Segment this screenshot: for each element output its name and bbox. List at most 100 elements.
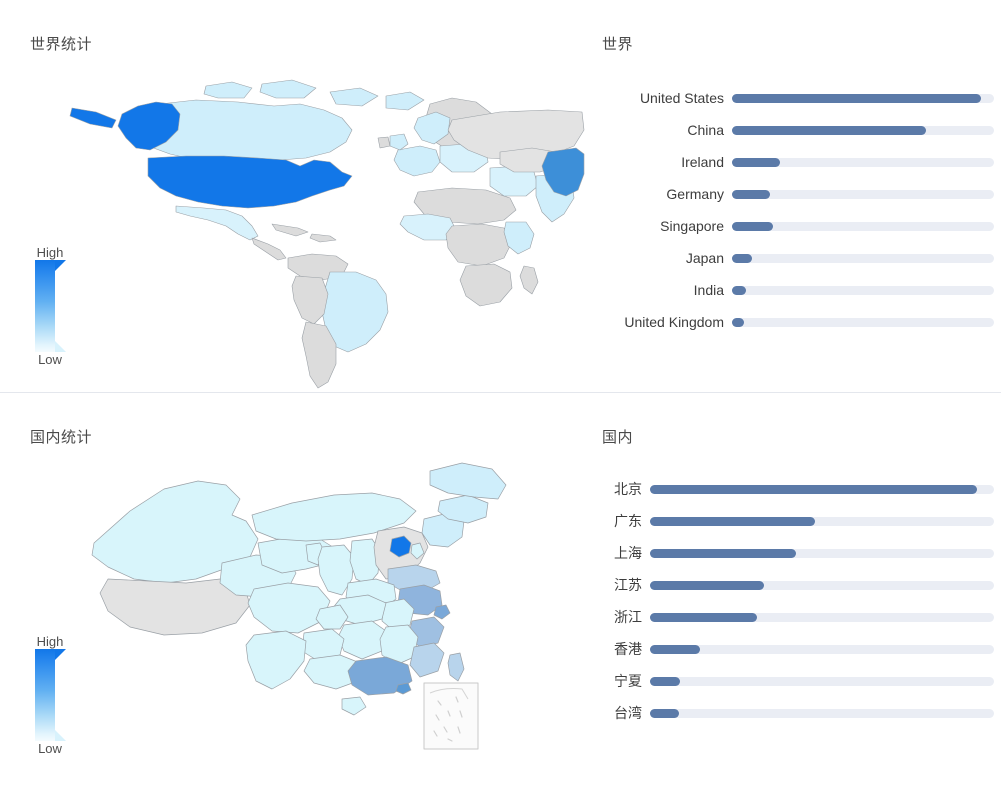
country-madagascar (519, 265, 539, 295)
country-canada-arctic-3 (329, 87, 379, 107)
world-section: 世界统计 世界 High Low United States China Ire… (0, 0, 1001, 393)
rank-row[interactable]: 江苏 (602, 575, 997, 595)
domestic-section: 国内统计 国内 High Low 北京 广东 上海 江苏 浙江 香港 宁夏 台湾 (0, 393, 1001, 789)
province-heilongjiang (429, 462, 507, 500)
rank-row[interactable]: 香港 (602, 639, 997, 659)
country-label: Singapore (660, 218, 724, 234)
rank-bar-track (650, 612, 994, 622)
country-peru-bolivia (291, 275, 329, 325)
legend-high-label: High (36, 245, 64, 260)
legend-high-arrow-icon (55, 649, 66, 660)
world-rank-title: 世界 (602, 36, 634, 53)
world-map-legend: High Low (18, 245, 82, 367)
rank-row[interactable]: Germany (602, 184, 997, 204)
country-hispaniola (309, 233, 337, 243)
country-label: United States (639, 90, 724, 106)
rank-bar-track (732, 125, 994, 135)
rank-bar-fill (732, 221, 773, 231)
world-map-panel[interactable]: High Low (0, 0, 585, 393)
rank-bar-track (650, 644, 994, 654)
country-canada-arctic-1 (203, 81, 253, 99)
south-china-sea-inset (423, 682, 479, 750)
rank-bar-fill (732, 189, 770, 199)
rank-bar-fill (732, 157, 781, 167)
region-label: 广东 (614, 513, 642, 529)
country-mexico (175, 205, 259, 241)
country-label: United Kingdom (624, 314, 724, 330)
country-canada-arctic-4 (385, 91, 425, 111)
rank-bar-track (650, 676, 994, 686)
world-choropleth-map[interactable] (0, 0, 585, 393)
rank-row[interactable]: 浙江 (602, 607, 997, 627)
rank-row[interactable]: 上海 (602, 543, 997, 563)
province-fujian (409, 642, 445, 678)
legend-low-arrow-icon (55, 730, 66, 741)
province-hainan (341, 696, 367, 716)
legend-gradient (35, 260, 55, 352)
rank-bar-fill (650, 708, 679, 718)
rank-bar-fill (732, 317, 744, 327)
legend-gradient-bar (18, 649, 82, 741)
rank-row[interactable]: 北京 (602, 479, 997, 499)
rank-bar-fill (732, 253, 752, 263)
rank-row[interactable]: United Kingdom (602, 312, 997, 332)
rank-bar-track (650, 708, 994, 718)
statistics-page: 世界统计 世界 High Low United States China Ire… (0, 0, 1001, 789)
country-alaska-tail (69, 107, 117, 129)
rank-bar-fill (732, 285, 747, 295)
country-label: Ireland (681, 154, 724, 170)
china-choropleth-map[interactable] (0, 393, 585, 789)
country-uk (389, 133, 409, 151)
rank-row[interactable]: Japan (602, 248, 997, 268)
rank-bar-fill (650, 612, 757, 622)
rank-row[interactable]: India (602, 280, 997, 300)
province-sichuan (247, 582, 331, 634)
region-label: 宁夏 (614, 673, 642, 689)
rank-bar-fill (650, 548, 797, 558)
province-hunan (337, 620, 387, 660)
domestic-rank-title: 国内 (602, 429, 634, 446)
rank-row[interactable]: 宁夏 (602, 671, 997, 691)
legend-gradient-bar (18, 260, 82, 352)
region-label: 江苏 (614, 577, 642, 593)
region-label: 北京 (614, 481, 642, 497)
rank-row[interactable]: China (602, 120, 997, 140)
rank-row[interactable]: 广东 (602, 511, 997, 531)
region-label: 浙江 (614, 609, 642, 625)
country-cuba (271, 223, 309, 237)
rank-bar-track (650, 580, 994, 590)
rank-bar-fill (650, 676, 681, 686)
legend-high-label: High (36, 634, 64, 649)
rank-row[interactable]: Singapore (602, 216, 997, 236)
country-label: Japan (685, 250, 724, 266)
province-taiwan (447, 652, 465, 682)
legend-low-label: Low (38, 741, 62, 756)
country-central-america (251, 237, 287, 261)
country-western-europe (393, 145, 441, 177)
rank-bar-fill (650, 580, 764, 590)
region-label: 台湾 (614, 705, 642, 721)
rank-bar-track (732, 317, 994, 327)
rank-bar-track (650, 548, 994, 558)
country-canada-arctic-2 (259, 79, 317, 99)
rank-row[interactable]: United States (602, 88, 997, 108)
region-label: 香港 (614, 641, 642, 657)
country-southern-africa (459, 263, 513, 307)
domestic-map-legend: High Low (18, 634, 82, 756)
rank-bar-fill (650, 484, 977, 494)
rank-row[interactable]: 台湾 (602, 703, 997, 723)
province-hongkong (395, 682, 412, 695)
rank-bar-track (732, 189, 994, 199)
legend-gradient (35, 649, 55, 741)
rank-bar-track (732, 221, 994, 231)
rank-bar-fill (732, 93, 981, 103)
region-label: 上海 (614, 545, 642, 561)
rank-row[interactable]: Ireland (602, 152, 997, 172)
rank-bar-track (650, 516, 994, 526)
rank-bar-fill (650, 644, 700, 654)
rank-bar-fill (650, 516, 816, 526)
legend-high-arrow-icon (55, 260, 66, 271)
domestic-map-panel[interactable]: High Low (0, 393, 585, 786)
rank-bar-track (732, 285, 994, 295)
country-ireland (377, 136, 391, 149)
